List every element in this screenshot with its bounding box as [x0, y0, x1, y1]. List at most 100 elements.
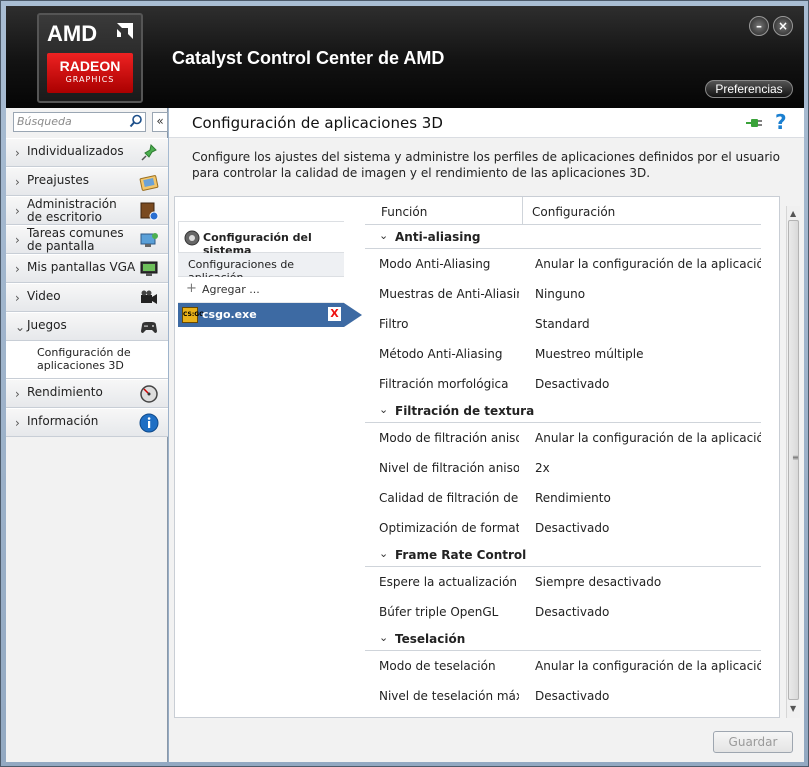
- table-row[interactable]: Modo Anti-Aliasing Anular la configuració…: [365, 249, 761, 279]
- setting-name: Filtro: [379, 317, 409, 331]
- setting-value: Desactivado: [535, 521, 610, 535]
- save-button[interactable]: Guardar: [713, 731, 793, 753]
- setting-name: Nivel de teselación máxi...: [379, 689, 519, 703]
- table-row[interactable]: Muestras de Anti-Aliasing Ninguno: [365, 279, 761, 309]
- chevron-down-icon: ⌄: [379, 229, 389, 242]
- sidebar-subitem-label: Configuración de aplicaciones 3D: [37, 346, 131, 372]
- grid-header: Función Configuración: [365, 197, 761, 225]
- csgo-app-icon: CS:GO: [182, 307, 204, 323]
- close-button[interactable]: ×: [773, 16, 793, 36]
- section-header[interactable]: ⌄ Anti-aliasing: [365, 225, 761, 249]
- gauge-icon: [140, 385, 158, 403]
- search-icon[interactable]: [129, 114, 143, 128]
- section-title: Teselación: [395, 632, 466, 646]
- sidebar-item-label: Individualizados: [27, 144, 124, 158]
- plug-icon[interactable]: [745, 114, 763, 132]
- page-title: Configuración de aplicaciones 3D: [192, 114, 443, 132]
- sidebar-item-rendimiento[interactable]: › Rendimiento: [6, 379, 168, 408]
- app-title: Catalyst Control Center de AMD: [172, 48, 445, 68]
- search-row: Búsqueda «: [13, 112, 168, 132]
- page-description: Configure los ajustes del sistema y admi…: [192, 150, 780, 180]
- vertical-scrollbar[interactable]: ▲ ≡ ▼: [786, 206, 800, 718]
- sidebar-item-label: Mis pantallas VGA: [27, 260, 136, 274]
- table-row[interactable]: Nivel de teselación máxi... Desactivado: [365, 681, 761, 711]
- main-content: Configuración de aplicaciones 3D ? Confi…: [169, 108, 804, 762]
- vga-monitor-icon: [140, 261, 158, 276]
- add-application-button[interactable]: + Agregar ...: [178, 277, 344, 303]
- table-row[interactable]: Búfer triple OpenGL Desactivado: [365, 597, 761, 627]
- column-separator: [522, 197, 523, 225]
- setting-name: Optimización de format...: [379, 521, 519, 535]
- selected-app-label: csgo.exe: [202, 308, 257, 321]
- section-header[interactable]: ⌄ Filtración de textura: [365, 399, 761, 423]
- chevron-right-icon: ›: [15, 387, 20, 401]
- table-row[interactable]: Filtro Standard: [365, 309, 761, 339]
- logo-radeon-text: RADEON: [59, 58, 121, 74]
- sidebar-item-label: Información: [27, 414, 99, 428]
- table-row[interactable]: Nivel de filtración anisot... 2x: [365, 453, 761, 483]
- system-settings-item[interactable]: Configuración del sistema: [178, 221, 344, 257]
- table-row[interactable]: Espere la actualización v... Siempre desa…: [365, 567, 761, 597]
- table-row[interactable]: Optimización de format... Desactivado: [365, 513, 761, 543]
- help-icon[interactable]: ?: [775, 110, 787, 134]
- chevron-right-icon: ›: [15, 262, 20, 276]
- sidebar-item-label: Tareas comunes de pantalla: [27, 226, 124, 253]
- sidebar-subitem-3d-app-settings[interactable]: Configuración de aplicaciones 3D: [6, 341, 168, 379]
- setting-value: Desactivado: [535, 689, 610, 703]
- scrollbar-thumb[interactable]: ≡: [788, 220, 799, 700]
- sidebar-nav: › Individualizados › Preajustes › Admini…: [6, 138, 168, 437]
- radeon-badge: RADEON GRAPHICS: [47, 53, 133, 93]
- chevron-right-icon: ›: [15, 204, 20, 218]
- setting-value: Siempre desactivado: [535, 575, 662, 589]
- chevron-right-icon: ›: [15, 416, 20, 430]
- sidebar-item-label: Video: [27, 289, 61, 303]
- column-header-setting: Configuración: [532, 205, 616, 219]
- section-header[interactable]: ⌄ Teselación: [365, 627, 761, 651]
- chevron-down-icon: ⌄: [379, 403, 389, 416]
- sidebar-item-mis-pantallas-vga[interactable]: › Mis pantallas VGA: [6, 254, 168, 283]
- add-application-label: Agregar ...: [202, 283, 260, 296]
- setting-value: Desactivado: [535, 377, 610, 391]
- setting-value: Ninguno: [535, 287, 586, 301]
- table-row[interactable]: Modo de teselación Anular la configuració…: [365, 651, 761, 681]
- section-header[interactable]: ⌄ Frame Rate Control: [365, 543, 761, 567]
- selected-app-item[interactable]: CS:GO csgo.exe X: [178, 303, 344, 327]
- setting-name: Nivel de filtración anisot...: [379, 461, 519, 475]
- delete-app-icon[interactable]: X: [328, 307, 341, 321]
- setting-value: 2x: [535, 461, 550, 475]
- section-title: Frame Rate Control: [395, 548, 527, 562]
- setting-name: Método Anti-Aliasing: [379, 347, 503, 361]
- sidebar-item-video[interactable]: › Video: [6, 283, 168, 312]
- setting-value: Anular la configuración de la aplicación: [535, 431, 761, 445]
- minimize-button[interactable]: –: [749, 16, 769, 36]
- table-row[interactable]: Modo de filtración aniso... Anular la con…: [365, 423, 761, 453]
- app-settings-header: Configuraciones de aplicación: [178, 253, 344, 284]
- info-icon: [139, 413, 159, 433]
- amd-radeon-logo: AMD RADEON GRAPHICS: [37, 13, 143, 103]
- sidebar-item-individualizados[interactable]: › Individualizados: [6, 138, 168, 167]
- search-input[interactable]: Búsqueda: [13, 112, 146, 132]
- table-row[interactable]: Calidad de filtración de t... Rendimiento: [365, 483, 761, 513]
- setting-value: Desactivado: [535, 605, 610, 619]
- preferences-button[interactable]: Preferencias: [705, 80, 793, 98]
- sidebar-item-preajustes[interactable]: › Preajustes: [6, 167, 168, 196]
- table-row[interactable]: Método Anti-Aliasing Muestreo múltiple: [365, 339, 761, 369]
- chevron-right-icon: ›: [15, 175, 20, 189]
- sidebar-item-administracion-escritorio[interactable]: › Administración de escritorio: [6, 196, 168, 225]
- sidebar-item-juegos[interactable]: ⌄ Juegos: [6, 312, 168, 341]
- chevron-right-icon: ›: [15, 233, 20, 247]
- grid-rows: ⌄ Anti-aliasing Modo Anti-Aliasing Anular…: [365, 225, 761, 711]
- sidebar-item-label: Administración de escritorio: [27, 197, 117, 224]
- table-row[interactable]: Filtración morfológica Desactivado: [365, 369, 761, 399]
- sidebar-item-tareas-comunes[interactable]: › Tareas comunes de pantalla: [6, 225, 168, 254]
- collapse-sidebar-button[interactable]: «: [152, 112, 168, 132]
- video-camera-icon: [141, 290, 157, 304]
- sidebar-item-label: Preajustes: [27, 173, 89, 187]
- scroll-down-icon[interactable]: ▼: [790, 704, 796, 713]
- setting-name: Filtración morfológica: [379, 377, 509, 391]
- grip-icon: ≡: [792, 453, 799, 462]
- scroll-up-icon[interactable]: ▲: [790, 209, 796, 218]
- setting-name: Búfer triple OpenGL: [379, 605, 499, 619]
- setting-value: Standard: [535, 317, 590, 331]
- sidebar-item-informacion[interactable]: › Información: [6, 408, 168, 437]
